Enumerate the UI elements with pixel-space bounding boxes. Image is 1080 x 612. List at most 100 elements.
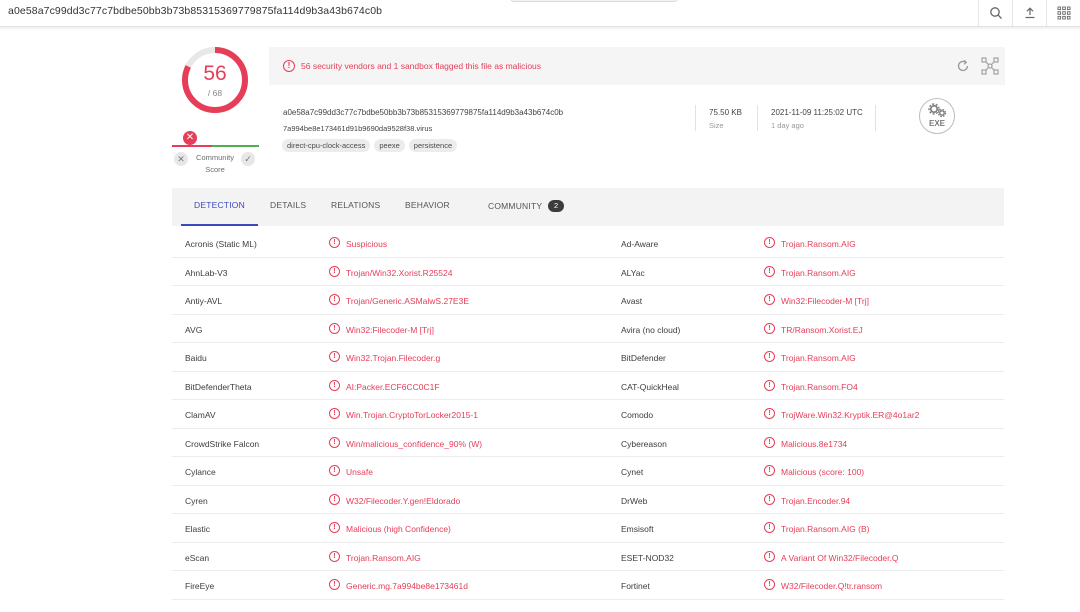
table-row: eScan! Trojan.Ransom.AIG ESET-NOD32! A Vari…	[172, 543, 1004, 571]
vendor-name: Comodo	[621, 410, 654, 420]
detection-result: Trojan.Encoder.94	[781, 495, 851, 506]
vendor-name: Fortinet	[621, 581, 650, 591]
upload-icon	[1025, 7, 1034, 19]
malicious-alert-icon: !	[764, 522, 775, 533]
report-tabs: DETECTION DETAILS RELATIONS BEHAVIOR COM…	[172, 188, 1004, 226]
detection-result: AI:Packer.ECF6CC0C1F	[346, 381, 440, 392]
active-tab-indicator	[181, 224, 258, 226]
detection-result: A Variant Of Win32/Filecoder.Q	[781, 552, 899, 563]
table-row: Cylance! Unsafe Cynet! Malicious (score: 10…	[172, 457, 1004, 486]
malicious-alert-icon: !	[329, 379, 340, 391]
tab-behavior[interactable]: BEHAVIOR	[405, 200, 450, 210]
tag[interactable]: persistence	[408, 139, 458, 152]
malicious-alert-icon: !	[764, 322, 775, 334]
detection-result: Malicious (high Confidence)	[346, 524, 451, 534]
malicious-alert-icon: !	[764, 493, 775, 505]
vendor-name: Cybereason	[621, 438, 667, 449]
vendor-name: ESET-NOD32	[621, 552, 674, 563]
vendor-name: Ad-Aware	[621, 239, 659, 249]
vendor-name: Avira (no cloud)	[621, 324, 681, 335]
malicious-alert-icon: !	[329, 522, 340, 533]
malicious-alert-icon: !	[329, 265, 340, 277]
reanalyze-icon[interactable]	[955, 58, 971, 74]
divider	[757, 105, 758, 131]
vendor-name: Acronis (Static ML)	[185, 239, 257, 249]
search-input[interactable]: a0e58a7c99dd3c77c7bdbe50bb3b73b853153697…	[8, 5, 382, 17]
detection-result: Trojan.Ransom.AIG	[781, 353, 856, 363]
detection-result: Win32:Filecoder-M [Trj]	[346, 324, 435, 335]
alert-icon: !	[283, 60, 295, 72]
vendor-name: AVG	[185, 324, 203, 335]
analysis-date-value: 2021-11-09 11:25:02 UTC	[771, 108, 863, 117]
table-row: Elastic! Malicious (high Confidence) Emsis…	[172, 514, 1004, 543]
community-score-marker: ✕	[183, 131, 197, 145]
vendor-name: Avast	[621, 296, 643, 306]
vote-harmless-button[interactable]: ✓	[241, 152, 255, 166]
table-row: FireEye! Generic.mg.7a994be8e173461d Forti…	[172, 571, 1004, 600]
top-search-bar: a0e58a7c99dd3c77c7bdbe50bb3b73b853153697…	[0, 0, 1080, 27]
detection-result: Trojan.Ransom.AIG (B)	[781, 524, 870, 534]
tab-community[interactable]: COMMUNITY 2	[488, 200, 565, 212]
vendor-name: CAT-QuickHeal	[621, 381, 679, 392]
vendor-name: Emsisoft	[621, 524, 654, 534]
malicious-alert-icon: !	[764, 294, 775, 305]
malicious-alert-icon: !	[329, 408, 340, 419]
divider	[695, 105, 696, 131]
apps-button[interactable]	[1046, 0, 1080, 26]
window-handle	[510, 0, 678, 2]
detection-result: Win.Trojan.CryptoTorLocker2015-1	[346, 410, 478, 420]
vendor-name: BitDefender	[621, 353, 666, 363]
graph-view-icon[interactable]	[981, 57, 999, 75]
detection-result: Unsafe	[346, 467, 373, 477]
malicious-alert-icon: !	[329, 322, 340, 334]
table-row: AVG! Win32:Filecoder-M [Trj] Avira (no clo…	[172, 315, 1004, 343]
search-button[interactable]	[978, 0, 1012, 26]
detection-result: TR/Ransom.Xorist.EJ	[781, 324, 863, 335]
file-name: 7a994be8e173461d91b9690da9528f38.virus	[283, 124, 433, 133]
detection-result: Win32.Trojan.Filecoder.g	[346, 353, 441, 363]
malicious-alert-icon: !	[764, 465, 775, 476]
malicious-alert-icon: !	[764, 579, 775, 590]
vendor-name: DrWeb	[621, 495, 648, 506]
tag[interactable]: peexe	[374, 139, 405, 152]
tag[interactable]: direct-cpu-clock-access	[282, 139, 371, 152]
detection-result: W32/Filecoder.Q!tr.ransom	[781, 581, 883, 591]
table-row: Antiy-AVL! Trojan/Generic.ASMalwS.27E3E Av…	[172, 286, 1004, 315]
tab-relations[interactable]: RELATIONS	[331, 200, 380, 210]
detection-score-value: 56	[203, 62, 227, 85]
detection-result: Win/malicious_confidence_90% (W)	[346, 438, 483, 449]
malicious-alert-icon: !	[764, 379, 775, 391]
malicious-alert-icon: !	[329, 465, 340, 476]
community-score-bar	[172, 145, 259, 147]
detection-result: Generic.mg.7a994be8e173461d	[346, 581, 468, 591]
detection-result: Win32:Filecoder-M [Trj]	[781, 296, 870, 306]
vendor-name: Cyren	[185, 495, 208, 506]
detection-table: Acronis (Static ML)! Suspicious Ad-Aware! T…	[172, 229, 1004, 600]
search-icon	[989, 7, 1002, 19]
community-score-label: Community Score	[196, 153, 234, 174]
malicious-alert-icon: !	[764, 265, 775, 277]
divider	[875, 105, 876, 131]
table-row: ClamAV! Win.Trojan.CryptoTorLocker2015-1 C…	[172, 400, 1004, 429]
detection-result: Trojan/Generic.ASMalwS.27E3E	[346, 296, 469, 306]
detection-result: W32/Filecoder.Y.gen!Eldorado	[346, 495, 461, 506]
table-row: CrowdStrike Falcon! Win/malicious_confide…	[172, 429, 1004, 457]
file-info: a0e58a7c99dd3c77c7bdbe50bb3b73b853153697…	[269, 95, 1005, 170]
detection-result: Malicious (score: 100)	[781, 467, 865, 477]
tab-detection[interactable]: DETECTION	[194, 200, 245, 210]
analysis-date-label: 1 day ago	[771, 121, 804, 130]
detection-result: Malicious.8e1734	[781, 438, 848, 449]
malicious-alert-icon: !	[329, 294, 340, 305]
vendor-name: Elastic	[185, 524, 211, 534]
tab-details[interactable]: DETAILS	[270, 200, 306, 210]
vendor-name: Cynet	[621, 467, 644, 477]
malicious-alert-icon: !	[764, 436, 775, 448]
upload-button[interactable]	[1012, 0, 1046, 26]
file-hash[interactable]: a0e58a7c99dd3c77c7bdbe50bb3b73b853153697…	[283, 108, 563, 117]
detection-result: TrojWare.Win32.Kryptik.ER@4o1ar2	[781, 410, 920, 420]
malicious-alert-icon: !	[764, 550, 775, 562]
vendor-name: Baidu	[185, 353, 207, 363]
community-count-badge: 2	[548, 200, 565, 212]
malicious-alert-icon: !	[764, 408, 775, 419]
table-row: Baidu! Win32.Trojan.Filecoder.g BitDefende…	[172, 343, 1004, 372]
